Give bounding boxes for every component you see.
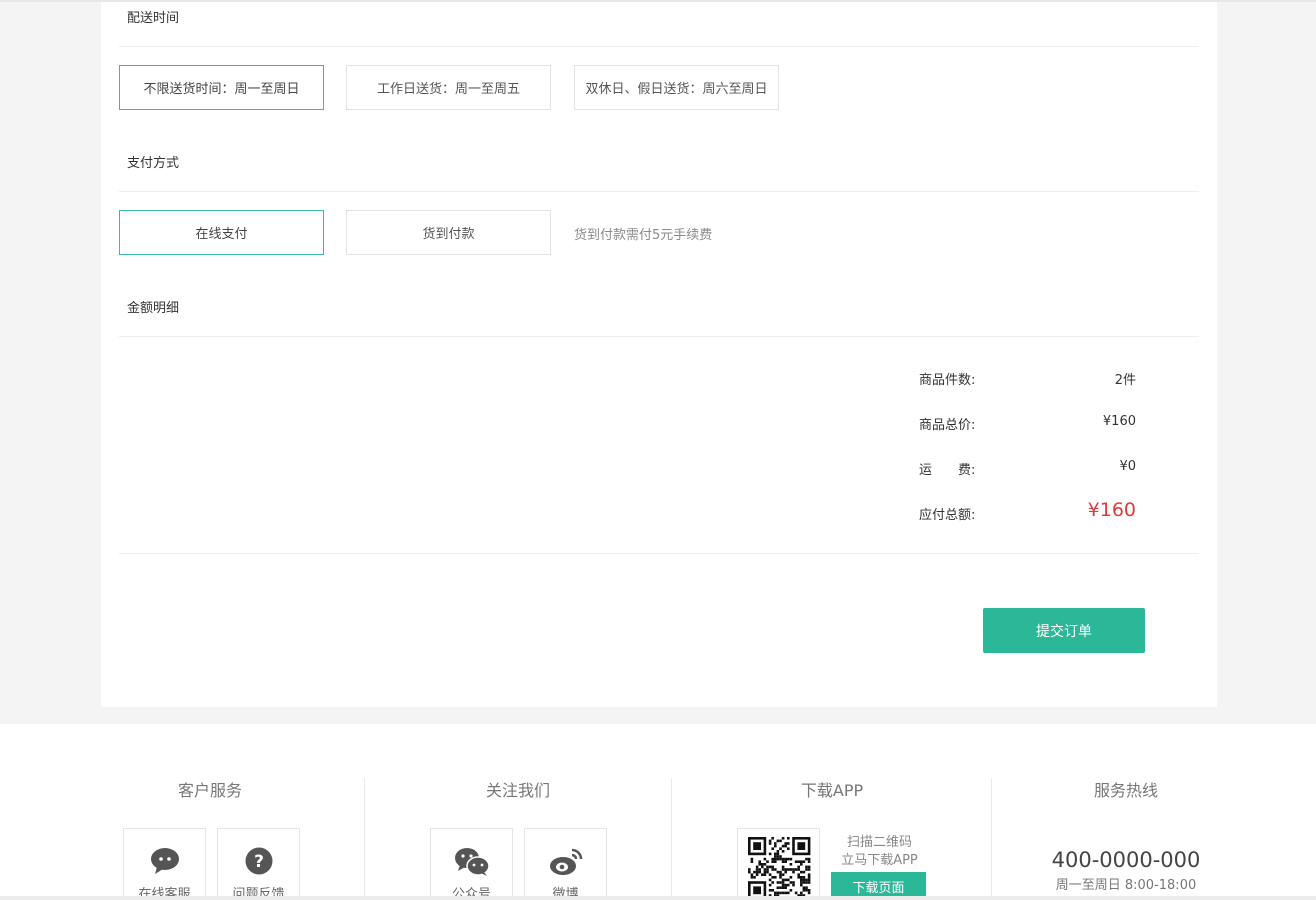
- payment-section-title: 支付方式: [127, 156, 180, 171]
- divider: [119, 336, 1199, 337]
- svg-text:?: ?: [254, 852, 264, 872]
- divider: [119, 553, 1199, 554]
- follow-us-title: 关注我们: [485, 781, 550, 800]
- delivery-option-weekends[interactable]: 双休日、假日送货：周六至周日: [574, 65, 779, 110]
- payment-option-online[interactable]: 在线支付: [119, 210, 324, 255]
- shipping-value: ¥0: [1119, 459, 1136, 474]
- weibo-button[interactable]: 微博: [524, 828, 607, 900]
- delivery-option-weekdays[interactable]: 工作日送货：周一至周五: [346, 65, 551, 110]
- wechat-icon: [454, 847, 490, 881]
- shipping-label: 运 费:: [919, 463, 976, 478]
- amount-section-title: 金额明细: [127, 301, 180, 316]
- hotline-title: 服务热线: [1093, 781, 1158, 800]
- subtotal-value: ¥160: [1102, 414, 1136, 429]
- bottom-border: [0, 896, 1316, 900]
- question-icon: ?: [245, 847, 273, 879]
- column-divider: [991, 778, 992, 900]
- total-label: 应付总额:: [919, 508, 976, 523]
- wechat-official-account-button[interactable]: 公众号: [430, 828, 513, 900]
- item-count-value: 2件: [1114, 373, 1136, 388]
- column-divider: [364, 778, 365, 900]
- divider: [119, 191, 1199, 192]
- payment-option-cod[interactable]: 货到付款: [346, 210, 551, 255]
- customer-service-title: 客户服务: [177, 781, 242, 800]
- download-app-title: 下载APP: [800, 781, 864, 800]
- download-app-text: 立马下载APP: [841, 853, 918, 868]
- delivery-option-any-time[interactable]: 不限送货时间：周一至周日: [119, 65, 324, 110]
- delivery-section-title: 配送时间: [127, 11, 180, 26]
- scan-qr-text: 扫描二维码: [846, 835, 912, 850]
- submit-order-button[interactable]: 提交订单: [983, 608, 1145, 653]
- footer: 客户服务 在线客服 ? 问题反馈 关注我们 公众号 微博 下载APP 扫描二维码…: [0, 724, 1316, 900]
- online-service-button[interactable]: 在线客服: [123, 828, 206, 900]
- chat-bubble-icon: [150, 847, 180, 879]
- hotline-number: 400-0000-000: [1051, 848, 1201, 872]
- weibo-icon: [549, 847, 583, 881]
- feedback-button[interactable]: ? 问题反馈: [217, 828, 300, 900]
- cod-fee-note: 货到付款需付5元手续费: [574, 228, 713, 243]
- total-value: ¥160: [1087, 499, 1136, 521]
- subtotal-label: 商品总价:: [919, 418, 976, 433]
- item-count-label: 商品件数:: [919, 373, 976, 388]
- divider: [119, 46, 1199, 47]
- order-panel: 配送时间 不限送货时间：周一至周日 工作日送货：周一至周五 双休日、假日送货：周…: [101, 2, 1217, 707]
- qr-code-image: [737, 828, 820, 900]
- column-divider: [671, 778, 672, 900]
- service-hours: 周一至周日 8:00-18:00: [1055, 878, 1197, 893]
